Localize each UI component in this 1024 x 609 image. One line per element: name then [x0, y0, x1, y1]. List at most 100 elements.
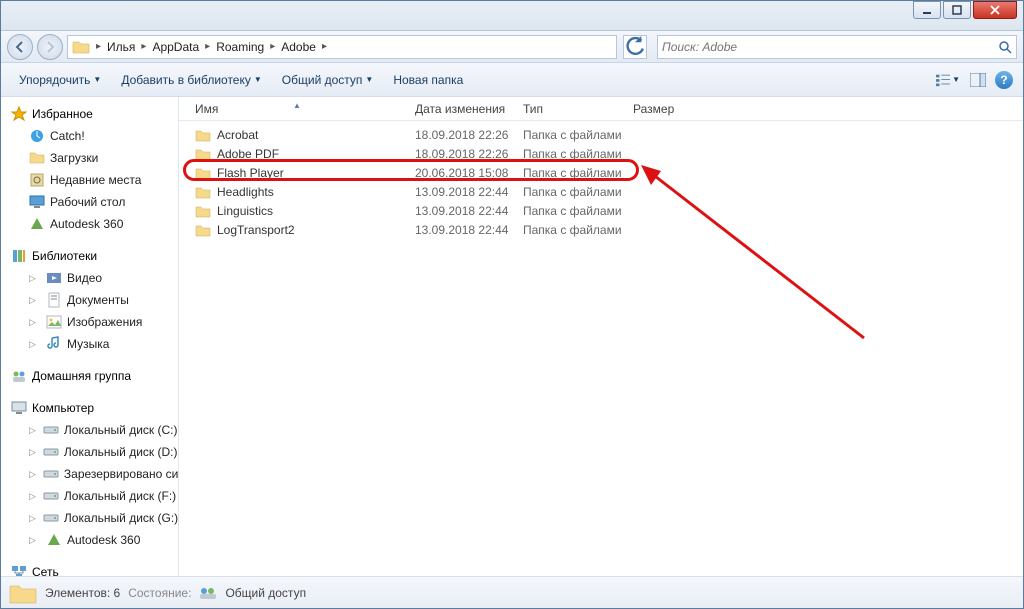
drive-icon [43, 422, 59, 438]
toolbar: Упорядочить▼ Добавить в библиотеку▼ Общи… [1, 63, 1023, 97]
file-type: Папка с файлами [515, 147, 625, 161]
breadcrumb-item[interactable]: Roaming [212, 40, 268, 54]
libraries-icon [11, 248, 27, 264]
navbar: ▸ Илья▸ AppData▸ Roaming▸ Adobe▸ [1, 31, 1023, 63]
status-bar: Элементов: 6 Состояние: Общий доступ [1, 577, 1023, 608]
view-mode-button[interactable]: ▼ [935, 69, 961, 91]
file-name: Adobe PDF [217, 147, 279, 161]
search-input[interactable] [662, 40, 994, 54]
nav-homegroup[interactable]: Домашняя группа [1, 365, 178, 387]
nav-item[interactable]: ▷Локальный диск (D:) [1, 441, 178, 463]
file-name: Linguistics [217, 204, 273, 218]
nav-item[interactable]: ▷Изображения [1, 311, 178, 333]
file-date: 20.06.2018 15:08 [407, 166, 515, 180]
nav-item[interactable]: Autodesk 360 [1, 213, 178, 235]
nav-item[interactable]: Загрузки [1, 147, 178, 169]
help-button[interactable]: ? [995, 71, 1013, 89]
homegroup-icon [11, 368, 27, 384]
search-icon [998, 40, 1012, 54]
col-date[interactable]: Дата изменения [407, 102, 515, 116]
folder-icon [195, 204, 211, 218]
table-row[interactable]: Acrobat 18.09.2018 22:26Папка с файлами [179, 125, 1023, 144]
table-row[interactable]: LogTransport213.09.2018 22:44Папка с фай… [179, 220, 1023, 239]
nav-item[interactable]: ▷Локальный диск (C:) [1, 419, 178, 441]
breadcrumb[interactable]: ▸ Илья▸ AppData▸ Roaming▸ Adobe▸ [67, 35, 617, 59]
folder-icon [195, 147, 211, 161]
organize-button[interactable]: Упорядочить▼ [11, 69, 109, 91]
breadcrumb-item[interactable]: AppData [148, 40, 203, 54]
back-button[interactable] [7, 34, 33, 60]
documents-icon [46, 292, 62, 308]
breadcrumb-item[interactable]: Илья [103, 40, 139, 54]
drive-icon [43, 488, 59, 504]
nav-item[interactable]: ▷Видео [1, 267, 178, 289]
refresh-button[interactable] [623, 35, 647, 59]
file-type: Папка с файлами [515, 128, 625, 142]
table-row[interactable]: Adobe PDF 18.09.2018 22:26Папка с файлами [179, 144, 1023, 163]
titlebar [1, 1, 1023, 31]
video-icon [46, 270, 62, 286]
drive-icon [43, 444, 59, 460]
nav-item[interactable]: ▷Autodesk 360 [1, 529, 178, 551]
status-shared: Общий доступ [225, 586, 306, 600]
breadcrumb-item[interactable]: Adobe [277, 40, 320, 54]
folder-icon [195, 166, 211, 180]
search-box[interactable] [657, 35, 1017, 59]
status-state-label: Состояние: [128, 586, 191, 600]
nav-item[interactable]: ▷Зарезервировано системой [1, 463, 178, 485]
images-icon [46, 314, 62, 330]
nav-favorites[interactable]: Избранное [1, 103, 178, 125]
nav-network[interactable]: Сеть [1, 561, 178, 576]
nav-item[interactable]: ▷Локальный диск (F:) [1, 485, 178, 507]
col-name[interactable]: Имя▲ [187, 102, 407, 116]
network-icon [11, 564, 27, 576]
desktop-icon [29, 194, 45, 210]
folder-icon [195, 128, 211, 142]
preview-pane-button[interactable] [965, 69, 991, 91]
close-button[interactable] [973, 1, 1017, 19]
drive-icon [43, 510, 59, 526]
file-type: Папка с файлами [515, 185, 625, 199]
column-headers: Имя▲ Дата изменения Тип Размер [179, 97, 1023, 121]
nav-item[interactable]: ▷Документы [1, 289, 178, 311]
folder-icon [9, 581, 37, 605]
share-button[interactable]: Общий доступ▼ [274, 69, 382, 91]
file-type: Папка с файлами [515, 166, 625, 180]
folder-icon [72, 38, 90, 56]
autodesk-icon [46, 532, 62, 548]
file-date: 18.09.2018 22:26 [407, 128, 515, 142]
minimize-button[interactable] [913, 1, 941, 19]
table-row[interactable]: Flash Player 20.06.2018 15:08Папка с файл… [179, 163, 1023, 182]
nav-item[interactable]: ▷Музыка [1, 333, 178, 355]
file-list: Имя▲ Дата изменения Тип Размер Acrobat 18… [179, 97, 1023, 576]
forward-button[interactable] [37, 34, 63, 60]
catch-icon [29, 128, 45, 144]
star-icon [11, 106, 27, 122]
table-row[interactable]: Headlights13.09.2018 22:44Папка с файлам… [179, 182, 1023, 201]
file-name: LogTransport2 [217, 223, 295, 237]
music-icon [46, 336, 62, 352]
folder-icon [195, 223, 211, 237]
file-name: Flash Player [217, 166, 284, 180]
maximize-button[interactable] [943, 1, 971, 19]
nav-item[interactable]: Catch! [1, 125, 178, 147]
nav-item[interactable]: ▷Локальный диск (G:) [1, 507, 178, 529]
table-row[interactable]: Linguistics13.09.2018 22:44Папка с файла… [179, 201, 1023, 220]
nav-item[interactable]: Рабочий стол [1, 191, 178, 213]
add-to-library-button[interactable]: Добавить в библиотеку▼ [113, 69, 269, 91]
new-folder-button[interactable]: Новая папка [385, 69, 471, 91]
col-type[interactable]: Тип [515, 102, 625, 116]
navigation-pane: Избранное Catch! Загрузки Недавние места… [1, 97, 179, 576]
nav-item[interactable]: Недавние места [1, 169, 178, 191]
file-date: 18.09.2018 22:26 [407, 147, 515, 161]
nav-libraries[interactable]: Библиотеки [1, 245, 178, 267]
folder-icon [195, 185, 211, 199]
col-size[interactable]: Размер [625, 102, 705, 116]
file-name: Acrobat [217, 128, 258, 142]
autodesk-icon [29, 216, 45, 232]
file-date: 13.09.2018 22:44 [407, 204, 515, 218]
computer-icon [11, 400, 27, 416]
drive-icon [43, 466, 59, 482]
file-date: 13.09.2018 22:44 [407, 223, 515, 237]
nav-computer[interactable]: Компьютер [1, 397, 178, 419]
